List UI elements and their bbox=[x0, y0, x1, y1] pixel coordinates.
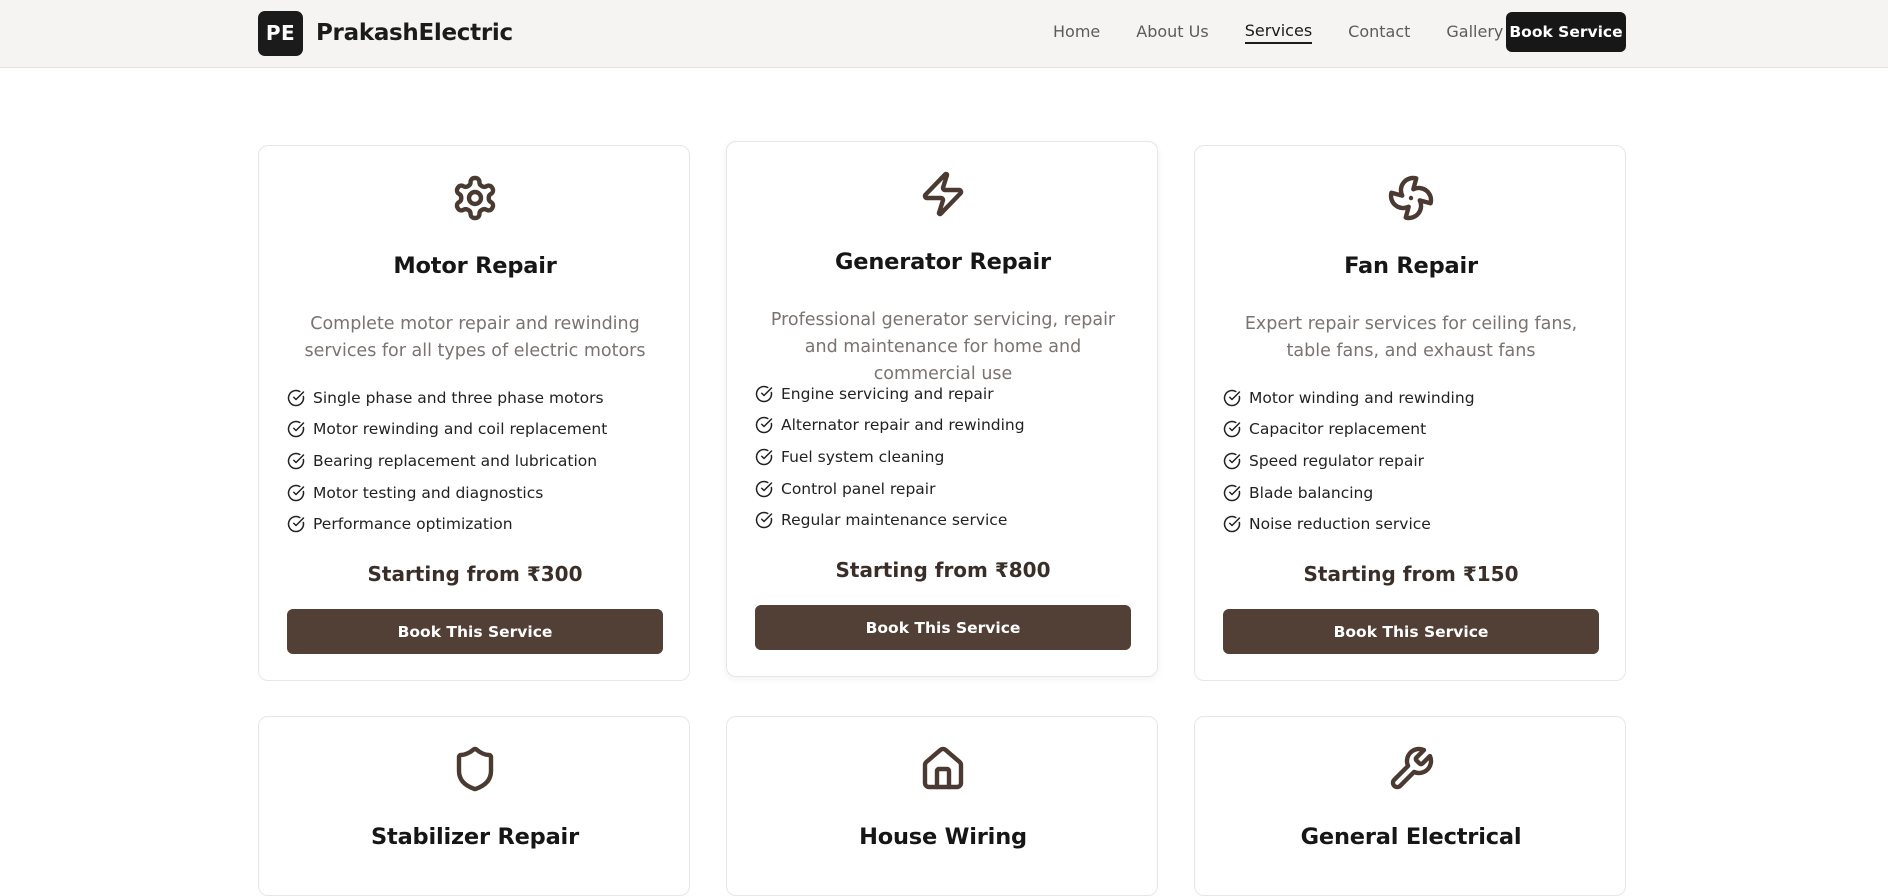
main-nav: Home About Us Services Contact Gallery bbox=[1053, 12, 1539, 52]
feature-label: Motor winding and rewinding bbox=[1249, 388, 1475, 407]
check-circle-icon bbox=[1223, 484, 1241, 502]
feature-label: Alternator repair and rewinding bbox=[781, 416, 1025, 435]
feature-item: Engine servicing and repair bbox=[755, 378, 1025, 410]
feature-label: Engine servicing and repair bbox=[781, 384, 994, 403]
brand-logo: PE bbox=[258, 10, 303, 56]
service-title: Stabilizer Repair bbox=[371, 824, 579, 850]
feature-item: Bearing replacement and lubrication bbox=[287, 445, 607, 477]
check-circle-icon bbox=[1223, 452, 1241, 470]
service-card-motor-repair: Motor Repair Complete motor repair and r… bbox=[258, 145, 690, 681]
site-header: PE PrakashElectric Home About Us Service… bbox=[0, 0, 1888, 68]
feature-item: Motor rewinding and coil replacement bbox=[287, 414, 607, 446]
feature-item: Regular maintenance service bbox=[755, 504, 1025, 536]
service-title: General Electrical bbox=[1300, 824, 1522, 850]
feature-label: Noise reduction service bbox=[1249, 515, 1431, 534]
service-card-house-wiring: House Wiring bbox=[726, 716, 1158, 896]
feature-label: Control panel repair bbox=[781, 479, 936, 498]
feature-item: Motor winding and rewinding bbox=[1223, 382, 1475, 414]
feature-label: Performance optimization bbox=[313, 515, 513, 534]
feature-list: Single phase and three phase motors Moto… bbox=[287, 382, 607, 540]
book-this-service-button[interactable]: Book This Service bbox=[287, 609, 663, 654]
feature-item: Fuel system cleaning bbox=[755, 441, 1025, 473]
nav-home[interactable]: Home bbox=[1053, 22, 1100, 43]
service-card-general-electrical: General Electrical bbox=[1194, 716, 1626, 896]
feature-label: Motor rewinding and coil replacement bbox=[313, 420, 608, 439]
service-title: Generator Repair bbox=[835, 249, 1051, 275]
feature-item: Motor testing and diagnostics bbox=[287, 477, 607, 509]
check-circle-icon bbox=[287, 452, 305, 470]
feature-item: Capacitor replacement bbox=[1223, 414, 1475, 446]
check-circle-icon bbox=[755, 416, 773, 434]
brand-name: PrakashElectric bbox=[316, 20, 513, 46]
service-price: Starting from ₹300 bbox=[367, 562, 583, 586]
check-circle-icon bbox=[755, 448, 773, 466]
service-title: House Wiring bbox=[859, 824, 1027, 850]
check-circle-icon bbox=[755, 511, 773, 529]
feature-item: Speed regulator repair bbox=[1223, 445, 1475, 477]
feature-label: Capacitor replacement bbox=[1249, 420, 1427, 439]
feature-list: Engine servicing and repair Alternator r… bbox=[755, 378, 1025, 536]
check-circle-icon bbox=[287, 515, 305, 533]
feature-label: Motor testing and diagnostics bbox=[313, 483, 544, 502]
feature-list: Motor winding and rewinding Capacitor re… bbox=[1223, 382, 1475, 540]
feature-item: Alternator repair and rewinding bbox=[755, 410, 1025, 442]
service-card-fan-repair: Fan Repair Expert repair services for ce… bbox=[1194, 145, 1626, 681]
check-circle-icon bbox=[755, 385, 773, 403]
service-description: Complete motor repair and rewinding serv… bbox=[304, 314, 646, 361]
feature-label: Speed regulator repair bbox=[1249, 451, 1424, 470]
book-this-service-button[interactable]: Book This Service bbox=[1223, 609, 1599, 654]
nav-services[interactable]: Services bbox=[1244, 21, 1313, 44]
check-circle-icon bbox=[287, 484, 305, 502]
shield-icon bbox=[451, 745, 499, 793]
service-card-generator-repair: Generator Repair Professional generator … bbox=[726, 141, 1158, 677]
service-title: Fan Repair bbox=[1344, 253, 1478, 279]
nav-about-us[interactable]: About Us bbox=[1136, 22, 1208, 43]
feature-label: Single phase and three phase motors bbox=[313, 388, 604, 407]
book-this-service-button[interactable]: Book This Service bbox=[755, 605, 1131, 650]
nav-gallery[interactable]: Gallery bbox=[1446, 22, 1503, 43]
house-icon bbox=[919, 745, 967, 793]
fan-icon bbox=[1387, 174, 1435, 222]
service-description: Professional generator servicing, repair… bbox=[770, 310, 1116, 384]
feature-item: Control panel repair bbox=[755, 473, 1025, 505]
check-circle-icon bbox=[1223, 420, 1241, 438]
feature-item: Performance optimization bbox=[287, 508, 607, 540]
check-circle-icon bbox=[287, 420, 305, 438]
service-card-stabilizer-repair: Stabilizer Repair bbox=[258, 716, 690, 896]
wrench-icon bbox=[1387, 745, 1435, 793]
service-title: Motor Repair bbox=[393, 253, 557, 279]
gear-icon bbox=[451, 174, 499, 222]
check-circle-icon bbox=[1223, 515, 1241, 533]
service-price: Starting from ₹150 bbox=[1303, 562, 1519, 586]
feature-label: Regular maintenance service bbox=[781, 511, 1008, 530]
feature-item: Blade balancing bbox=[1223, 477, 1475, 509]
check-circle-icon bbox=[755, 480, 773, 498]
feature-item: Noise reduction service bbox=[1223, 508, 1475, 540]
feature-label: Fuel system cleaning bbox=[781, 447, 945, 466]
brand-home-link[interactable]: PE PrakashElectric bbox=[258, 10, 513, 56]
lightning-icon bbox=[919, 170, 967, 218]
service-description: Expert repair services for ceiling fans,… bbox=[1244, 314, 1578, 361]
nav-contact[interactable]: Contact bbox=[1348, 22, 1410, 43]
service-price: Starting from ₹800 bbox=[835, 558, 1051, 582]
book-service-button[interactable]: Book Service bbox=[1506, 12, 1626, 52]
feature-label: Bearing replacement and lubrication bbox=[313, 451, 598, 470]
feature-label: Blade balancing bbox=[1249, 483, 1374, 502]
check-circle-icon bbox=[1223, 389, 1241, 407]
feature-item: Single phase and three phase motors bbox=[287, 382, 607, 414]
check-circle-icon bbox=[287, 389, 305, 407]
